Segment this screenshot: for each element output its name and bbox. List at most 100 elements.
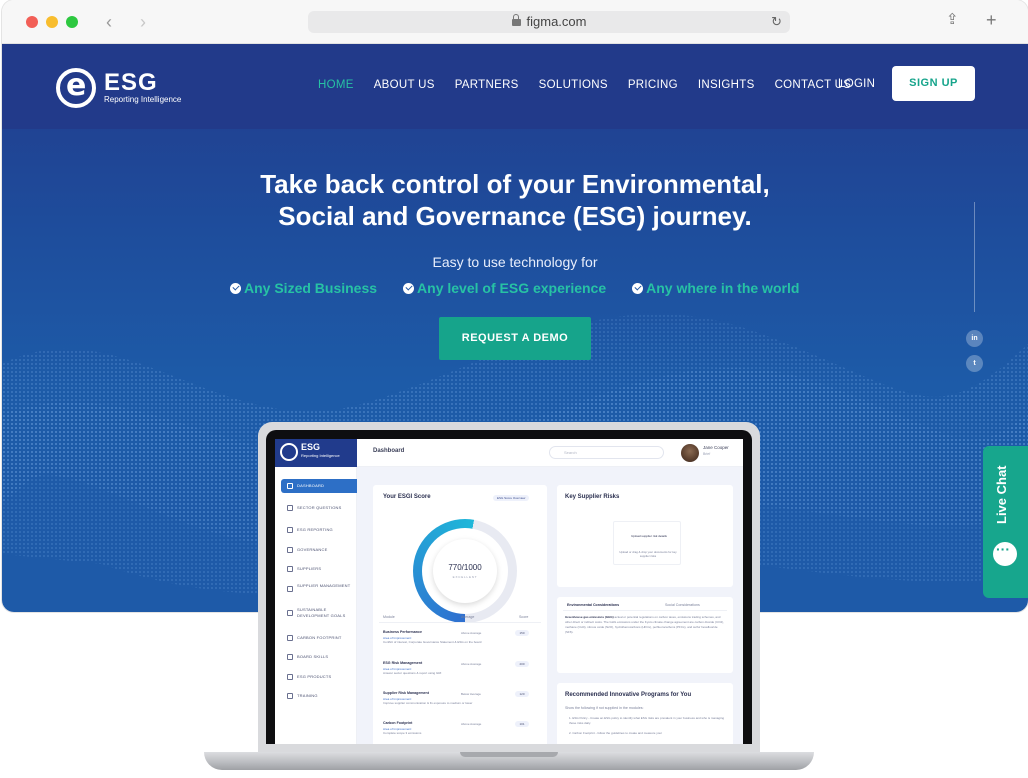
main-nav: HOME ABOUT US PARTNERS SOLUTIONS PRICING… (318, 79, 871, 91)
browser-toolbar: ‹ › figma.com ↻ ⇪ + (2, 0, 1028, 44)
laptop-mockup: ESG Reporting Intelligence DASHBOARD SEC… (258, 422, 760, 752)
esg-logo-icon (56, 68, 96, 108)
esgi-score-card: Your ESGI Score ESG Score Overview 770/1… (373, 485, 547, 744)
dashboard-sidebar: ESG Reporting Intelligence DASHBOARD SEC… (275, 439, 357, 744)
governance-icon (287, 547, 293, 553)
dashboard-title: Dashboard (373, 448, 405, 454)
linkedin-icon[interactable]: in (966, 330, 983, 347)
minimize-window-button[interactable] (46, 16, 58, 28)
lock-icon (511, 14, 521, 26)
upload-dropzone[interactable]: Upload supplier risk details Upload or d… (613, 521, 681, 565)
col-score: Score (519, 615, 529, 619)
sidebar-item-carbon-footprint[interactable]: CARBON FOOTPRINT (281, 631, 357, 645)
dashboard-search-input[interactable]: Search (549, 446, 664, 459)
divider-line (974, 202, 975, 312)
brand-logo[interactable]: ESG Reporting Intelligence (56, 68, 181, 108)
avatar[interactable] (681, 444, 699, 462)
feature-check: Any level of ESG experience (403, 280, 606, 296)
sidebar-item-esg-reporting[interactable]: ESG REPORTING (281, 523, 357, 537)
sidebar-item-training[interactable]: TRAINING (281, 689, 357, 703)
col-average: Average (461, 615, 475, 619)
sidebar-item-supplier-management[interactable]: SUPPLIER MANAGEMENT (281, 582, 357, 596)
score-gauge: 770/1000 EXCELLENT (413, 519, 517, 623)
sidebar-item-sector-questions[interactable]: SECTOR QUESTIONS (281, 501, 357, 515)
program-item: 2. Carbon Footprint - follow the guideli… (569, 731, 663, 735)
sign-up-button[interactable]: SIGN UP (892, 66, 975, 101)
new-tab-icon[interactable]: + (986, 10, 997, 31)
request-demo-button[interactable]: REQUEST A DEMO (439, 317, 591, 360)
twitter-icon[interactable]: t (966, 355, 983, 372)
reload-icon[interactable]: ↻ (771, 11, 782, 33)
user-role: Brief (703, 452, 711, 456)
headline-line-1: Take back control of your Environmental, (260, 169, 770, 199)
supplier-card-title: Key Supplier Risks (565, 494, 620, 500)
user-name[interactable]: Jane Cooper (703, 445, 729, 450)
dashboard-brand-sub: Reporting Intelligence (301, 453, 340, 458)
divider (563, 610, 727, 611)
report-icon (287, 527, 293, 533)
maximize-window-button[interactable] (66, 16, 78, 28)
live-chat-button[interactable]: Live Chat (983, 446, 1028, 598)
considerations-text: Greenhouse gas emissions (GHG) actual or… (565, 615, 725, 634)
feature-check: Any where in the world (632, 280, 799, 296)
programs-title: Recommended Innovative Programs for You (565, 692, 692, 698)
score-overview-button[interactable]: ESG Score Overview (493, 495, 530, 501)
products-icon (287, 674, 293, 680)
close-window-button[interactable] (26, 16, 38, 28)
share-icon[interactable]: ⇪ (946, 10, 959, 28)
programs-intro: Show the following if not supplied in th… (565, 706, 644, 710)
laptop-notch (460, 752, 558, 757)
live-chat-label: Live Chat (994, 465, 1009, 524)
hero-headline: Take back control of your Environmental,… (2, 168, 1028, 232)
footprint-icon (287, 635, 293, 641)
sidebar-item-sdg[interactable]: SUSTAINABLE DEVELOPMENT GOALS (281, 606, 357, 620)
check-circle-icon (230, 282, 241, 294)
hero-tagline: Easy to use technology for (432, 254, 598, 270)
tab-social[interactable]: Social Considerations (665, 603, 700, 607)
nav-partners[interactable]: PARTNERS (455, 79, 519, 91)
brand-name: ESG (104, 69, 158, 96)
headline-line-2: Social and Governance (ESG) journey. (278, 201, 752, 231)
forward-icon[interactable]: › (140, 12, 146, 32)
score-label: EXCELLENT (452, 575, 478, 579)
nav-insights[interactable]: INSIGHTS (698, 79, 755, 91)
sidebar-item-dashboard[interactable]: DASHBOARD (281, 479, 357, 493)
feature-checks: Any Sized Business Any level of ESG expe… (230, 280, 825, 296)
score-card-title: Your ESGI Score (383, 494, 431, 500)
goals-icon (287, 610, 293, 616)
nav-solutions[interactable]: SOLUTIONS (539, 79, 608, 91)
check-circle-icon (403, 282, 415, 294)
dashboard-topbar: Dashboard Search Jane Cooper Brief (357, 439, 743, 467)
board-icon (287, 654, 293, 660)
suppliers-icon (287, 566, 293, 572)
sidebar-item-esg-products[interactable]: ESG PRODUCTS (281, 670, 357, 684)
nav-about-us[interactable]: ABOUT US (374, 79, 435, 91)
check-circle-icon (632, 282, 644, 294)
tab-environmental[interactable]: Environmental Considerations (567, 603, 619, 607)
feature-check: Any Sized Business (230, 280, 377, 296)
chat-bubble-icon (993, 541, 1017, 566)
sidebar-item-suppliers[interactable]: SUPPLIERS (281, 562, 357, 576)
dashboard-brand: ESG Reporting Intelligence (275, 439, 357, 467)
laptop-bezel: ESG Reporting Intelligence DASHBOARD SEC… (266, 430, 752, 744)
back-icon[interactable]: ‹ (106, 12, 112, 32)
training-icon (287, 693, 293, 699)
brand-subtitle: Reporting Intelligence (104, 95, 182, 104)
dashboard-content: Your ESGI Score ESG Score Overview 770/1… (357, 467, 743, 744)
nav-home[interactable]: HOME (318, 79, 354, 91)
sidebar-item-board-skills[interactable]: BOARD SKILLS (281, 650, 357, 664)
nav-pricing[interactable]: PRICING (628, 79, 678, 91)
dashboard-brand-name: ESG (301, 442, 321, 452)
recommended-programs-card: Recommended Innovative Programs for You … (557, 683, 733, 744)
sidebar-item-governance[interactable]: GOVERNANCE (281, 543, 357, 557)
login-link[interactable]: LOGIN (838, 78, 875, 90)
grid-icon (287, 483, 293, 489)
dashboard-screen: ESG Reporting Intelligence DASHBOARD SEC… (275, 439, 743, 744)
management-icon (287, 586, 293, 592)
score-value: 770/1000 (448, 563, 482, 572)
key-supplier-risks-card: Key Supplier Risks Upload supplier risk … (557, 485, 733, 587)
esg-logo-icon (280, 443, 298, 461)
program-item: 1. ESG Policy - Create an ESG policy to … (569, 716, 725, 725)
url-text: figma.com (526, 14, 587, 29)
address-bar[interactable]: figma.com ↻ (308, 11, 790, 33)
